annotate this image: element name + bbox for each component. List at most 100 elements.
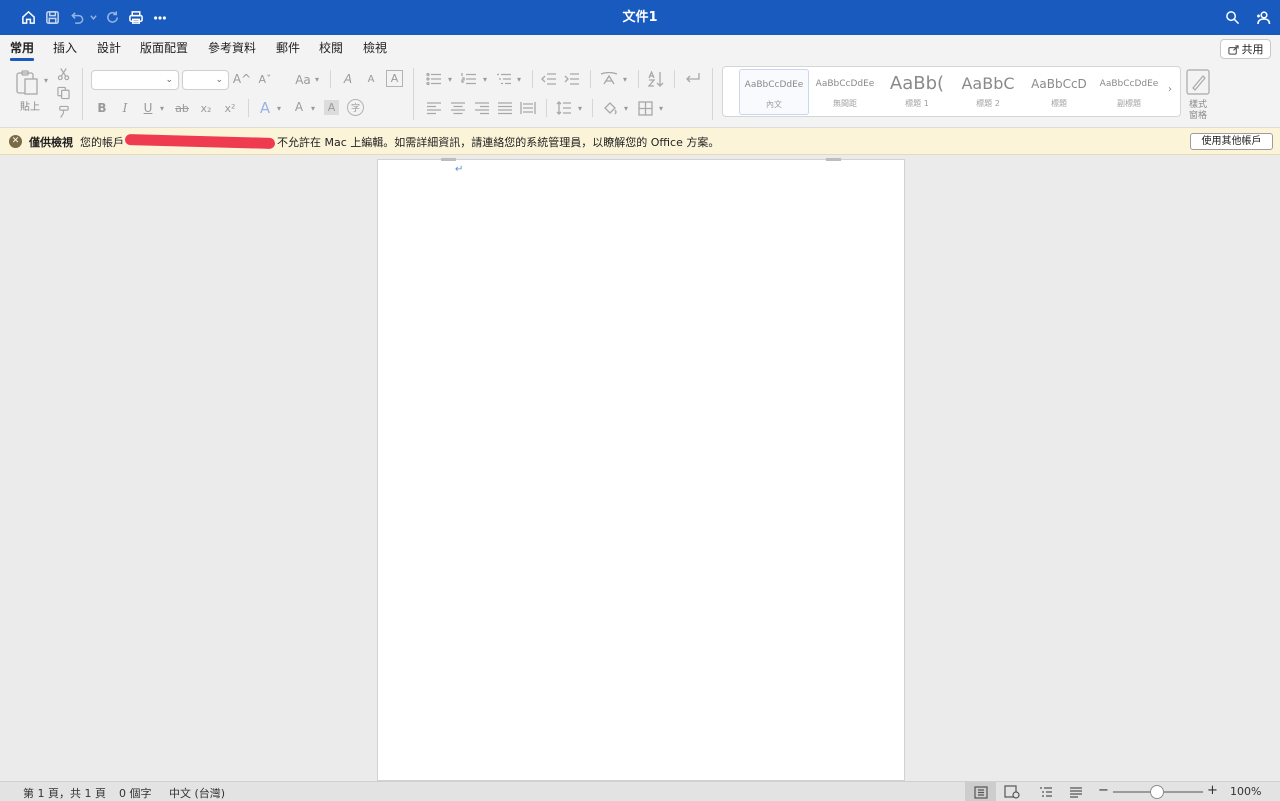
share-label: 共用: [1241, 43, 1264, 56]
chevron-down-icon[interactable]: ▾: [312, 72, 322, 86]
chevron-down-icon[interactable]: ▾: [480, 73, 490, 85]
underline-button[interactable]: U: [140, 99, 156, 117]
chinese-layout-icon[interactable]: [599, 70, 619, 88]
undo-icon[interactable]: [67, 0, 87, 35]
word-count[interactable]: 0 個字: [119, 785, 152, 801]
web-layout-icon: [1004, 785, 1020, 799]
tab-home[interactable]: 常用: [10, 39, 35, 61]
search-icon[interactable]: [1223, 0, 1241, 35]
decrease-indent-icon[interactable]: [540, 70, 558, 88]
chevron-down-icon[interactable]: ▾: [621, 102, 631, 114]
paste-dropdown-icon[interactable]: ▾: [41, 74, 51, 86]
page-count[interactable]: 第 1 頁，共 1 頁: [23, 785, 106, 801]
align-right-icon[interactable]: [473, 99, 491, 117]
text-effects-icon[interactable]: A: [256, 98, 274, 118]
paste-label: 貼上: [20, 102, 40, 113]
ribbon-separator: [592, 99, 593, 117]
undo-dropdown-icon[interactable]: [87, 0, 99, 35]
align-center-icon[interactable]: [449, 99, 467, 117]
superscript-button[interactable]: x²: [221, 99, 239, 117]
style-normal[interactable]: AaBbCcDdEe 內文: [739, 69, 809, 115]
style-subtitle[interactable]: AaBbCcDdEe 副標題: [1095, 69, 1163, 115]
save-icon[interactable]: [43, 0, 61, 35]
strikethrough-button[interactable]: ab: [172, 99, 192, 117]
justify-icon[interactable]: [496, 99, 514, 117]
borders-icon[interactable]: [636, 99, 654, 117]
draft-view-button[interactable]: [1066, 782, 1086, 801]
share-button[interactable]: 共用: [1220, 39, 1271, 59]
bold-button[interactable]: B: [94, 99, 110, 117]
grow-font-icon[interactable]: A^: [233, 70, 251, 88]
font-name-dropdown[interactable]: ⌄: [91, 70, 179, 90]
document-page[interactable]: [377, 159, 905, 781]
font-size-dropdown[interactable]: ⌄: [182, 70, 229, 90]
align-left-icon[interactable]: [425, 99, 443, 117]
tab-view[interactable]: 檢視: [363, 39, 387, 59]
style-heading-1[interactable]: AaBb( 標題 1: [883, 69, 951, 115]
multilevel-list-icon[interactable]: [495, 70, 513, 88]
print-layout-view-button[interactable]: [965, 782, 996, 801]
tab-review[interactable]: 校閱: [319, 39, 343, 59]
font-color-icon[interactable]: A: [291, 98, 307, 116]
increase-indent-icon[interactable]: [563, 70, 581, 88]
subscript-button[interactable]: x₂: [197, 99, 215, 117]
print-icon[interactable]: [127, 0, 145, 35]
line-spacing-icon[interactable]: [555, 99, 573, 117]
shrink-font-icon[interactable]: Aˇ: [257, 70, 273, 88]
phonetic-guide-icon[interactable]: A: [362, 70, 380, 88]
redo-icon[interactable]: [103, 0, 121, 35]
account-icon[interactable]: [1253, 0, 1273, 35]
chevron-down-icon[interactable]: ▾: [308, 102, 318, 114]
zoom-slider-thumb[interactable]: [1150, 785, 1164, 799]
chevron-down-icon[interactable]: ▾: [575, 102, 585, 114]
chevron-down-icon[interactable]: ▾: [274, 102, 284, 114]
chevron-down-icon[interactable]: ▾: [656, 102, 666, 114]
tab-mailings[interactable]: 郵件: [276, 39, 300, 59]
tab-insert[interactable]: 插入: [53, 39, 77, 59]
chevron-right-icon[interactable]: ›: [1168, 84, 1172, 95]
paste-icon[interactable]: [12, 68, 42, 98]
show-formatting-marks-icon[interactable]: [682, 70, 702, 88]
shading-icon[interactable]: [601, 99, 619, 117]
clear-formatting-icon[interactable]: A: [339, 70, 357, 88]
styles-gallery: AaBbCcDdEe 內文 AaBbCcDdEe 無間距 AaBb( 標題 1 …: [722, 66, 1181, 117]
close-circle-icon[interactable]: ✕: [9, 135, 22, 148]
highlight-icon[interactable]: A: [324, 100, 339, 115]
style-heading-2[interactable]: AaBbC 標題 2: [954, 69, 1022, 115]
tab-design[interactable]: 設計: [97, 39, 121, 59]
window-title: 文件1: [622, 10, 658, 25]
web-layout-view-button[interactable]: [1000, 782, 1024, 801]
enclose-characters-icon[interactable]: 字: [347, 99, 364, 116]
distributed-icon[interactable]: [519, 99, 537, 117]
change-case-icon[interactable]: Aa: [292, 71, 314, 89]
format-painter-icon[interactable]: [55, 104, 71, 120]
copy-icon[interactable]: [55, 85, 71, 101]
chevron-down-icon[interactable]: ▾: [445, 73, 455, 85]
character-border-icon[interactable]: A: [386, 70, 403, 87]
share-icon: [1227, 44, 1239, 55]
read-only-notification: ✕ 僅供檢視 您的帳戶 不允許在 Mac 上編輯。如需詳細資訊，請連絡您的系統管…: [0, 128, 1280, 155]
outline-view-button[interactable]: [1035, 782, 1057, 801]
chevron-down-icon: ⌄: [215, 75, 223, 85]
style-no-spacing[interactable]: AaBbCcDdEe 無間距: [811, 69, 879, 115]
chevron-down-icon[interactable]: ▾: [514, 73, 524, 85]
tab-layout[interactable]: 版面配置: [140, 39, 188, 59]
styles-pane-button[interactable]: 樣式 窗格: [1183, 68, 1213, 124]
zoom-in-button[interactable]: +: [1207, 783, 1218, 798]
language-indicator[interactable]: 中文 (台灣): [169, 785, 225, 801]
use-other-account-button[interactable]: 使用其他帳戶: [1190, 133, 1273, 150]
tab-references[interactable]: 參考資料: [208, 39, 256, 59]
chevron-down-icon[interactable]: ▾: [157, 102, 167, 114]
zoom-out-button[interactable]: −: [1098, 783, 1109, 798]
bullets-icon[interactable]: [425, 70, 443, 88]
more-icon[interactable]: [151, 0, 169, 35]
numbering-icon[interactable]: [460, 70, 478, 88]
italic-button[interactable]: I: [117, 99, 133, 117]
outline-icon: [1040, 786, 1052, 797]
style-title[interactable]: AaBbCcD 標題: [1025, 69, 1093, 115]
zoom-level[interactable]: 100%: [1230, 785, 1261, 798]
chevron-down-icon[interactable]: ▾: [620, 73, 630, 85]
home-icon[interactable]: [19, 0, 37, 35]
sort-icon[interactable]: [646, 70, 666, 88]
cut-icon[interactable]: [55, 66, 71, 82]
